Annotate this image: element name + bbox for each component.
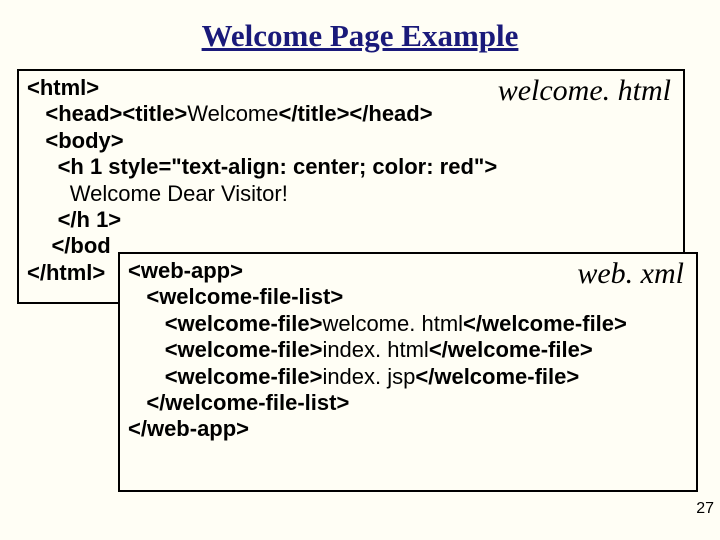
- code-line: <h 1 style="text-align: center; color: r…: [27, 154, 675, 180]
- filename-webxml: web. xml: [577, 256, 684, 292]
- code-line: <body>: [27, 128, 675, 154]
- code-line: </h 1>: [27, 207, 675, 233]
- page-number: 27: [696, 500, 714, 518]
- code-line: <welcome-file>welcome. html</welcome-fil…: [128, 311, 688, 337]
- code-box-web-xml: web. xml <web-app> <welcome-file-list> <…: [118, 252, 698, 492]
- code-line: </welcome-file-list>: [128, 390, 688, 416]
- code-line: Welcome Dear Visitor!: [27, 181, 675, 207]
- code-line: <welcome-file>index. html</welcome-file>: [128, 337, 688, 363]
- filename-welcome: welcome. html: [498, 73, 671, 109]
- code-line: <welcome-file>index. jsp</welcome-file>: [128, 364, 688, 390]
- code-line: </web-app>: [128, 416, 688, 442]
- slide-title: Welcome Page Example: [0, 0, 720, 66]
